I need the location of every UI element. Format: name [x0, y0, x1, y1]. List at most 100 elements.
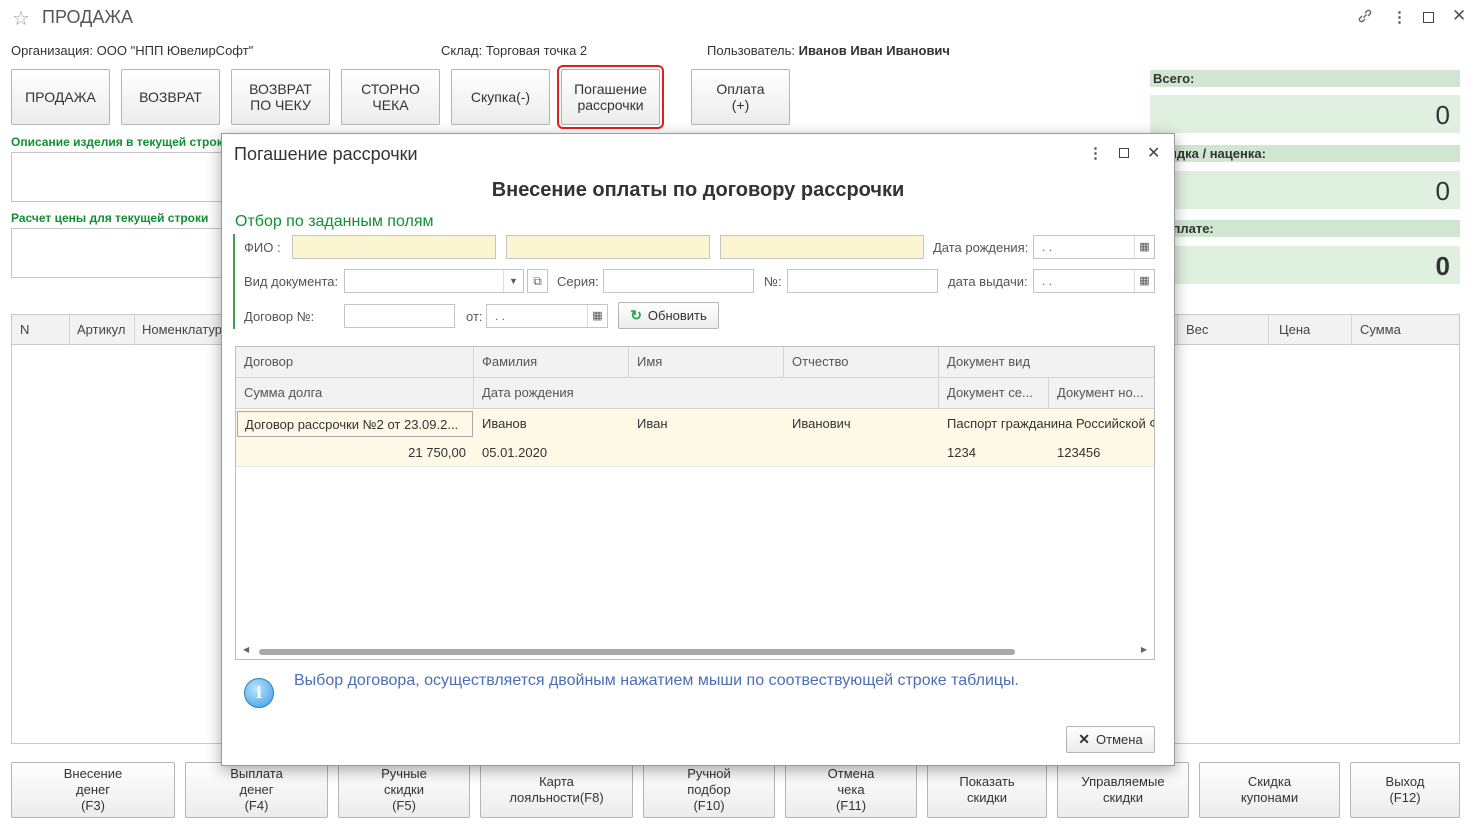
- contract-label: Договор №:: [244, 309, 315, 324]
- exit-button[interactable]: Выход (F12): [1350, 762, 1460, 818]
- organization-info: Организация: ООО "НПП ЮвелирСофт": [11, 43, 254, 58]
- installment-dialog: Погашение рассрочки ⋮ ✕ Внесение оплаты …: [221, 133, 1175, 766]
- cash-out-button[interactable]: Выплата денег (F4): [185, 762, 328, 818]
- discount-label: Скидка / наценка:: [1150, 145, 1460, 162]
- refresh-button[interactable]: ↻ Обновить: [618, 302, 719, 329]
- grid-header-doc-series[interactable]: Документ се...: [939, 378, 1049, 409]
- calendar-icon[interactable]: ▦: [1134, 236, 1154, 258]
- cell-debt[interactable]: 21 750,00: [236, 438, 474, 467]
- buyback-button[interactable]: Скупка(-): [451, 69, 550, 125]
- loyalty-card-button[interactable]: Карта лояльности(F8): [480, 762, 633, 818]
- refresh-label: Обновить: [647, 308, 707, 323]
- installment-payment-button[interactable]: Погашение рассрочки: [557, 65, 664, 129]
- grid-header-contract[interactable]: Договор: [236, 347, 474, 378]
- last-name-input[interactable]: [292, 235, 496, 259]
- birth-date-label: Дата рождения:: [933, 240, 1029, 255]
- grid-header-patronymic[interactable]: Отчество: [784, 347, 939, 378]
- grid-row[interactable]: Договор рассрочки №2 от 23.09.2... Ивано…: [236, 409, 1154, 467]
- favorite-star-icon[interactable]: ☆: [12, 6, 30, 31]
- series-label: Серия:: [557, 274, 599, 289]
- show-discounts-button[interactable]: Показать скидки: [927, 762, 1047, 818]
- return-button[interactable]: ВОЗВРАТ: [121, 69, 220, 125]
- user-info: Пользователь: Иванов Иван Иванович: [707, 43, 950, 58]
- scroll-right-icon[interactable]: ▶: [1141, 645, 1147, 654]
- issue-date-label: дата выдачи:: [948, 274, 1028, 289]
- cell-contract[interactable]: Договор рассрочки №2 от 23.09.2...: [237, 411, 473, 437]
- from-label: от:: [466, 309, 483, 324]
- to-pay-label: К оплате:: [1150, 220, 1460, 237]
- hint-text: Выбор договора, осуществляется двойным н…: [294, 672, 1019, 689]
- cancel-x-icon: ✕: [1078, 731, 1091, 747]
- close-icon[interactable]: ✕: [1452, 6, 1466, 26]
- cancel-button[interactable]: ✕ Отмена: [1066, 726, 1155, 753]
- cell-patronymic[interactable]: Иванович: [784, 409, 859, 438]
- price-calc-label: Расчет цены для текущей строки: [11, 211, 209, 225]
- cell-doc-type[interactable]: Паспорт гражданина Российской Ф: [939, 409, 1154, 438]
- storno-receipt-button[interactable]: СТОРНО ЧЕКА: [341, 69, 440, 125]
- first-name-input[interactable]: [506, 235, 710, 259]
- price-calc-field[interactable]: [11, 228, 226, 278]
- dialog-more-icon[interactable]: ⋮: [1088, 144, 1103, 162]
- dialog-heading: Внесение оплаты по договору рассрочки: [491, 179, 905, 201]
- dialog-maximize-icon[interactable]: [1119, 148, 1129, 158]
- number-input[interactable]: [787, 269, 938, 293]
- cell-doc-series[interactable]: 1234: [939, 438, 984, 467]
- contracts-grid[interactable]: Договор Фамилия Имя Отчество Документ ви…: [235, 346, 1155, 660]
- cell-doc-number[interactable]: 123456: [1049, 438, 1108, 467]
- column-price[interactable]: Цена: [1279, 322, 1310, 337]
- cell-birth-date[interactable]: 05.01.2020: [474, 438, 555, 467]
- more-icon[interactable]: ⋮: [1392, 8, 1407, 26]
- dialog-close-icon[interactable]: ✕: [1147, 143, 1160, 163]
- doc-type-select[interactable]: ▼: [344, 269, 524, 293]
- patronymic-input[interactable]: [720, 235, 924, 259]
- chevron-down-icon[interactable]: ▼: [503, 270, 523, 292]
- discount-value: 0: [1150, 171, 1460, 209]
- to-pay-value: 0: [1150, 246, 1460, 284]
- grid-header-birth-date[interactable]: Дата рождения: [474, 378, 939, 409]
- column-n[interactable]: N: [20, 322, 29, 337]
- dialog-title: Погашение рассрочки: [234, 144, 418, 164]
- grid-header-doc-number[interactable]: Документ но...: [1049, 378, 1154, 409]
- refresh-icon: ↻: [630, 307, 642, 323]
- contract-date-input[interactable]: . . ▦: [486, 304, 608, 328]
- cancel-receipt-button[interactable]: Отмена чека (F11): [785, 762, 917, 818]
- scroll-left-icon[interactable]: ◀: [243, 645, 249, 654]
- managed-discounts-button[interactable]: Управляемые скидки: [1057, 762, 1189, 818]
- column-article[interactable]: Артикул: [77, 322, 125, 337]
- cash-in-button[interactable]: Внесение денег (F3): [11, 762, 175, 818]
- issue-date-input[interactable]: . . ▦: [1033, 269, 1155, 293]
- maximize-icon[interactable]: [1423, 12, 1434, 23]
- payment-plus-button[interactable]: Оплата (+): [691, 69, 790, 125]
- grid-header-debt[interactable]: Сумма долга: [236, 378, 474, 409]
- grid-header-last-name[interactable]: Фамилия: [474, 347, 629, 378]
- total-label: Всего:: [1150, 70, 1460, 87]
- cell-last-name[interactable]: Иванов: [474, 409, 535, 438]
- cell-first-name[interactable]: Иван: [629, 409, 676, 438]
- grid-header-doc-type[interactable]: Документ вид: [939, 347, 1154, 378]
- birth-date-input[interactable]: . . ▦: [1033, 235, 1155, 259]
- sale-button[interactable]: ПРОДАЖА: [11, 69, 110, 125]
- open-icon[interactable]: ⧉: [527, 269, 548, 293]
- scroll-thumb[interactable]: [259, 649, 1015, 655]
- calendar-icon[interactable]: ▦: [1134, 270, 1154, 292]
- coupon-discount-button[interactable]: Скидка купонами: [1199, 762, 1340, 818]
- column-sum[interactable]: Сумма: [1360, 322, 1401, 337]
- number-label: №:: [764, 274, 782, 289]
- cancel-label: Отмена: [1096, 732, 1143, 747]
- contract-number-input[interactable]: [344, 304, 455, 328]
- item-description-field[interactable]: [11, 152, 226, 202]
- doc-type-label: Вид документа:: [244, 274, 339, 289]
- horizontal-scrollbar[interactable]: ◀ ▶: [237, 645, 1153, 658]
- column-nomenclature[interactable]: Номенклатура: [142, 322, 229, 337]
- grid-header-first-name[interactable]: Имя: [629, 347, 784, 378]
- link-icon[interactable]: [1357, 8, 1373, 28]
- return-by-receipt-button[interactable]: ВОЗВРАТ ПО ЧЕКУ: [231, 69, 330, 125]
- manual-selection-button[interactable]: Ручной подбор (F10): [643, 762, 775, 818]
- series-input[interactable]: [603, 269, 754, 293]
- window-title: ПРОДАЖА: [42, 7, 133, 27]
- total-value: 0: [1150, 95, 1460, 133]
- calendar-icon[interactable]: ▦: [587, 305, 607, 327]
- column-weight[interactable]: Вес: [1186, 322, 1208, 337]
- manual-discounts-button[interactable]: Ручные скидки (F5): [338, 762, 470, 818]
- info-icon: i: [244, 678, 274, 708]
